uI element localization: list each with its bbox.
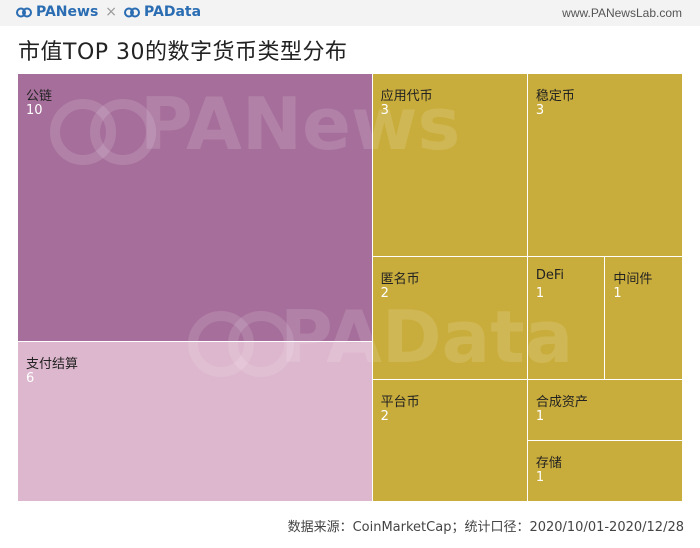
treemap-cell-label: DeFi — [535, 268, 564, 284]
treemap-cell-value: 2 — [380, 286, 389, 302]
treemap-cell: 平台币 2 — [372, 379, 528, 502]
treemap-cell: 匿名币 2 — [372, 257, 528, 380]
brand-separator: × — [105, 4, 118, 20]
treemap-cell-label: 支付结算 — [26, 356, 79, 372]
treemap-cell-value: 1 — [613, 286, 622, 302]
treemap-cell-value: 2 — [380, 408, 389, 424]
treemap-cell-label: 稳定币 — [535, 89, 575, 104]
treemap-cell: DeFi 1 — [527, 257, 606, 380]
treemap-cell-label: 存储 — [535, 455, 562, 471]
treemap-cell-value: 3 — [380, 103, 389, 118]
treemap-cell-value: 3 — [535, 103, 545, 118]
padata-logo-icon — [124, 7, 141, 18]
data-source: 数据来源：CoinMarketCap；统计口径：2020/10/01-2020/… — [287, 520, 684, 535]
treemap-chart: 公链 10 支付结算 6 应用代币 3 稳定币 3 匿名币 2 DeFi 1 中间件 1 平台币 2 合成资产 1… — [18, 74, 683, 502]
treemap-cell: 支付结算 6 — [18, 341, 373, 502]
site-url: www.PANewsLab.com — [562, 6, 682, 20]
treemap-cell-label: 合成资产 — [535, 394, 588, 410]
treemap-cell-value: 1 — [535, 286, 545, 302]
treemap-cell: 合成资产 1 — [527, 379, 683, 441]
treemap-cell-value: 10 — [26, 103, 43, 118]
chart-title: 市值TOP 30的数字货币类型分布 — [18, 40, 348, 65]
treemap-cell: 公链 10 — [18, 74, 373, 342]
treemap-cell: 稳定币 3 — [527, 74, 683, 258]
treemap-cell-value: 1 — [535, 469, 545, 485]
treemap-cell-label: 中间件 — [613, 272, 653, 288]
treemap-cell: 应用代币 3 — [372, 74, 528, 258]
treemap-cell-value: 1 — [535, 408, 545, 424]
treemap-cell: 存储 1 — [527, 440, 683, 502]
treemap-cell-label: 平台币 — [380, 394, 420, 410]
treemap-cell-label: 应用代币 — [380, 89, 433, 104]
treemap-cell: 中间件 1 — [605, 257, 683, 380]
treemap-cell-label: 公链 — [26, 89, 53, 104]
brand-padata: PAData — [144, 4, 202, 20]
brand: PANews × PAData — [16, 4, 201, 20]
brand-panews: PANews — [36, 4, 99, 20]
panews-logo-icon — [16, 7, 32, 18]
treemap-cell-value: 6 — [26, 370, 35, 386]
treemap-cell-label: 匿名币 — [380, 272, 420, 288]
top-banner: PANews × PAData www.PANewsLab.com — [0, 0, 700, 26]
